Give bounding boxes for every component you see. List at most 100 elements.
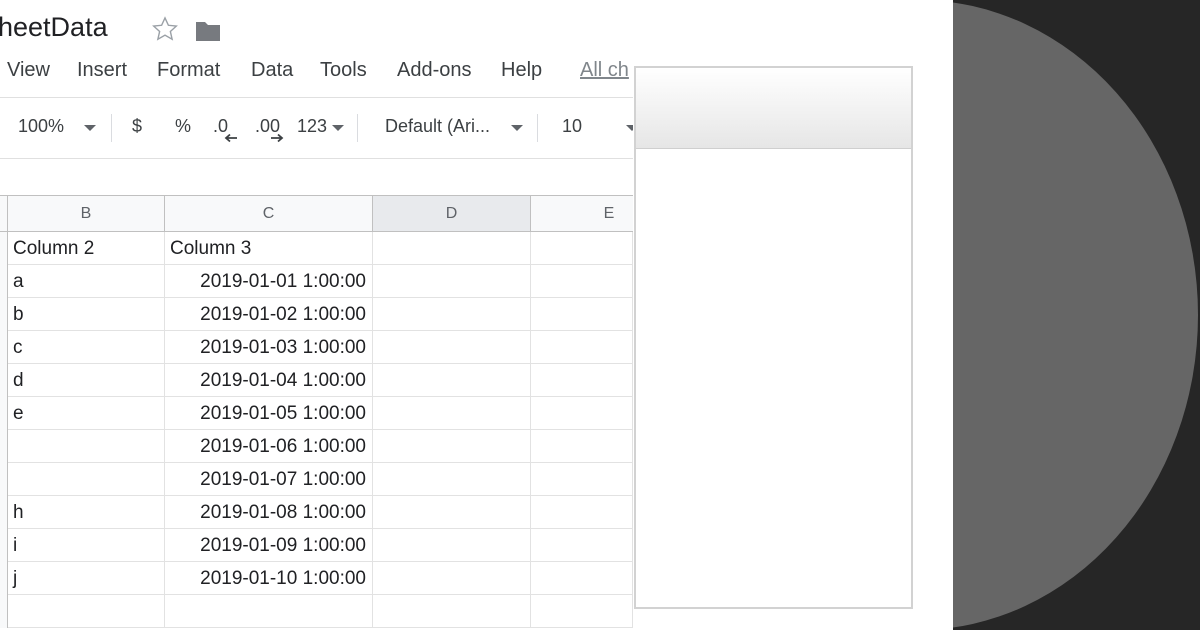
spreadsheet-pane: heetData View Insert Format Data Tools A… xyxy=(0,0,633,630)
cell-c[interactable]: 2019-01-08 1:00:00 xyxy=(165,496,373,529)
font-dropdown-icon[interactable] xyxy=(511,125,523,131)
menu-view[interactable]: View xyxy=(7,59,50,82)
table-row: d 2019-01-04 1:00:00 xyxy=(0,364,633,397)
percent-format-button[interactable]: % xyxy=(175,116,191,137)
cell-b[interactable]: c xyxy=(8,331,165,364)
column-header-c[interactable]: C xyxy=(165,196,373,232)
font-select[interactable]: Default (Ari... xyxy=(385,116,490,137)
font-size-dropdown-icon[interactable] xyxy=(626,125,633,131)
table-row: 2019-01-07 1:00:00 xyxy=(0,463,633,496)
cell-d[interactable] xyxy=(373,397,531,430)
cell-d[interactable] xyxy=(373,265,531,298)
cell-c[interactable]: 2019-01-05 1:00:00 xyxy=(165,397,373,430)
formula-bar[interactable] xyxy=(0,158,633,196)
cell-c[interactable]: 2019-01-06 1:00:00 xyxy=(165,430,373,463)
cell-c[interactable] xyxy=(165,595,373,628)
cell-c[interactable]: 2019-01-02 1:00:00 xyxy=(165,298,373,331)
cell-c[interactable]: 2019-01-04 1:00:00 xyxy=(165,364,373,397)
zoom-select[interactable]: 100% xyxy=(18,116,64,137)
cell-d[interactable] xyxy=(373,430,531,463)
table-row: 2019-01-06 1:00:00 xyxy=(0,430,633,463)
all-changes-link[interactable]: All ch xyxy=(580,59,629,82)
cell-e[interactable] xyxy=(531,331,633,364)
row-header[interactable] xyxy=(0,562,8,595)
cell-e[interactable] xyxy=(531,430,633,463)
cell-b[interactable] xyxy=(8,595,165,628)
cell-e[interactable] xyxy=(531,529,633,562)
row-header[interactable] xyxy=(0,430,8,463)
cell-b[interactable]: d xyxy=(8,364,165,397)
cell-d[interactable] xyxy=(373,331,531,364)
cell-c[interactable]: 2019-01-03 1:00:00 xyxy=(165,331,373,364)
cell-d[interactable] xyxy=(373,496,531,529)
cell-e[interactable] xyxy=(531,463,633,496)
currency-format-button[interactable]: $ xyxy=(132,116,142,137)
row-header[interactable] xyxy=(0,397,8,430)
folder-icon[interactable] xyxy=(194,19,222,43)
right-arrow-icon xyxy=(271,133,284,143)
cell-d[interactable] xyxy=(373,595,531,628)
row-header[interactable] xyxy=(0,331,8,364)
row-header[interactable] xyxy=(0,232,8,265)
overlay-window xyxy=(634,66,913,609)
more-formats-dropdown-icon[interactable] xyxy=(332,125,344,131)
table-row: Column 2 Column 3 xyxy=(0,232,633,265)
column-header-b[interactable]: B xyxy=(8,196,165,232)
cell-e[interactable] xyxy=(531,364,633,397)
cell-d[interactable] xyxy=(373,463,531,496)
row-header[interactable] xyxy=(0,529,8,562)
cell-c[interactable]: Column 3 xyxy=(165,232,373,265)
cell-b[interactable]: e xyxy=(8,397,165,430)
cell-d[interactable] xyxy=(373,364,531,397)
cell-c[interactable]: 2019-01-01 1:00:00 xyxy=(165,265,373,298)
row-header[interactable] xyxy=(0,364,8,397)
column-header-d[interactable]: D xyxy=(373,196,531,232)
row-header[interactable] xyxy=(0,298,8,331)
cell-d[interactable] xyxy=(373,529,531,562)
row-header[interactable] xyxy=(0,463,8,496)
cell-b[interactable]: i xyxy=(8,529,165,562)
cell-d[interactable] xyxy=(373,562,531,595)
cell-b[interactable] xyxy=(8,430,165,463)
menu-insert[interactable]: Insert xyxy=(77,59,127,82)
menu-format[interactable]: Format xyxy=(157,59,220,82)
font-size-select[interactable]: 10 xyxy=(562,116,582,137)
more-formats-button[interactable]: 123 xyxy=(297,116,327,137)
row-header[interactable] xyxy=(0,265,8,298)
cell-b[interactable]: b xyxy=(8,298,165,331)
menu-data[interactable]: Data xyxy=(251,59,293,82)
column-header-e[interactable]: E xyxy=(531,196,633,232)
cell-e[interactable] xyxy=(531,595,633,628)
table-row xyxy=(0,595,633,628)
cell-e[interactable] xyxy=(531,562,633,595)
row-header-corner[interactable] xyxy=(0,196,8,232)
cell-d[interactable] xyxy=(373,232,531,265)
cell-b[interactable]: j xyxy=(8,562,165,595)
row-header[interactable] xyxy=(0,496,8,529)
cell-e[interactable] xyxy=(531,232,633,265)
menu-add-ons[interactable]: Add-ons xyxy=(397,59,472,82)
table-row: h 2019-01-08 1:00:00 xyxy=(0,496,633,529)
row-header[interactable] xyxy=(0,595,8,628)
cell-d[interactable] xyxy=(373,298,531,331)
cell-b[interactable]: h xyxy=(8,496,165,529)
cell-e[interactable] xyxy=(531,298,633,331)
menu-help[interactable]: Help xyxy=(501,59,542,82)
table-row: j 2019-01-10 1:00:00 xyxy=(0,562,633,595)
zoom-dropdown-icon[interactable] xyxy=(84,125,96,131)
table-row: b 2019-01-02 1:00:00 xyxy=(0,298,633,331)
table-row: e 2019-01-05 1:00:00 xyxy=(0,397,633,430)
cell-c[interactable]: 2019-01-09 1:00:00 xyxy=(165,529,373,562)
cell-e[interactable] xyxy=(531,265,633,298)
cell-b[interactable]: a xyxy=(8,265,165,298)
cell-c[interactable]: 2019-01-10 1:00:00 xyxy=(165,562,373,595)
cell-b[interactable]: Column 2 xyxy=(8,232,165,265)
cell-e[interactable] xyxy=(531,397,633,430)
cell-e[interactable] xyxy=(531,496,633,529)
overlay-title-bar[interactable] xyxy=(636,68,911,149)
star-icon[interactable] xyxy=(151,14,179,44)
cell-c[interactable]: 2019-01-07 1:00:00 xyxy=(165,463,373,496)
document-title[interactable]: heetData xyxy=(0,12,108,43)
menu-tools[interactable]: Tools xyxy=(320,59,367,82)
cell-b[interactable] xyxy=(8,463,165,496)
